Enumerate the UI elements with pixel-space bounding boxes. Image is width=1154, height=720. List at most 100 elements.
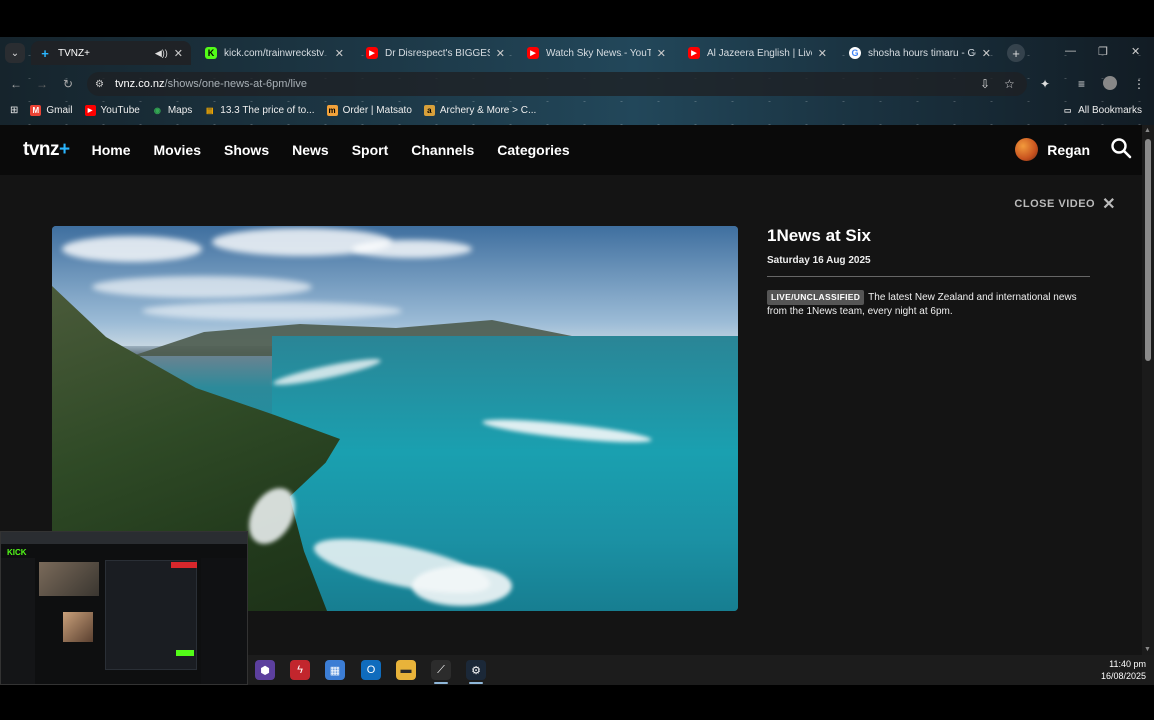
video-frame-detail <box>272 336 738 611</box>
app-blade-icon[interactable]: ⟋ <box>431 660 451 680</box>
classification-badge: LIVE/UNCLASSIFIED <box>767 290 865 305</box>
reload-icon[interactable]: ↻ <box>58 77 78 91</box>
tvnz-plus-icon: + <box>41 45 49 61</box>
all-bookmarks[interactable]: ▭ All Bookmarks <box>1062 105 1142 116</box>
thumbnail-live-badge <box>171 562 197 568</box>
minimize-icon[interactable]: — <box>1065 45 1076 57</box>
profile-avatar-icon[interactable] <box>1103 76 1117 90</box>
gmail-icon: M <box>30 104 42 116</box>
show-description: LIVE/UNCLASSIFIED The latest New Zealand … <box>767 290 1090 318</box>
tab-google-search[interactable]: G shosha hours timaru - Goog... ✕ <box>841 41 999 65</box>
tab-al-jazeera[interactable]: ▶ Al Jazeera English | Live ✕ <box>680 41 835 65</box>
tab-title: Watch Sky News - YouTube <box>546 47 651 59</box>
menu-kebab-icon[interactable]: ⋮ <box>1133 77 1145 91</box>
user-profile[interactable]: Regan <box>1015 138 1090 161</box>
speaker-icon[interactable]: ◀)) <box>155 48 168 59</box>
scroll-up-icon[interactable]: ▲ <box>1144 127 1151 134</box>
apps-grid-icon[interactable]: ⊞ <box>10 105 18 116</box>
close-icon[interactable]: ✕ <box>657 47 666 60</box>
close-icon: ✕ <box>1102 196 1116 213</box>
clock-time: 11:40 pm <box>1109 659 1146 669</box>
forward-arrow-icon[interactable]: → <box>32 77 52 91</box>
video-frame-detail <box>412 566 512 606</box>
close-icon[interactable]: ✕ <box>818 47 827 60</box>
archery-icon: a <box>423 104 435 116</box>
page-scrollbar[interactable]: ▲ ▼ <box>1142 125 1154 655</box>
logo-plus: + <box>59 139 70 160</box>
tab-title: TVNZ+ <box>58 47 90 59</box>
tab-tvnz[interactable]: + TVNZ+ ◀)) ✕ <box>31 41 191 65</box>
site-settings-icon[interactable]: ⚙ <box>95 79 107 90</box>
app-red-bolt-icon[interactable]: ϟ <box>290 660 310 680</box>
nav-channels[interactable]: Channels <box>411 142 474 158</box>
window-thumbnail-preview[interactable]: KICK <box>0 531 248 685</box>
tab-search-button[interactable]: ⌄ <box>5 43 25 63</box>
close-window-icon[interactable]: ✕ <box>1131 45 1140 58</box>
steam-icon[interactable]: ⚙ <box>466 660 486 680</box>
thumbnail-webcam <box>63 612 93 642</box>
close-icon[interactable]: ✕ <box>982 47 991 60</box>
outlook-icon[interactable]: O <box>361 660 381 680</box>
close-video-button[interactable]: CLOSE VIDEO ✕ <box>1014 194 1116 214</box>
nav-shows[interactable]: Shows <box>224 142 269 158</box>
tab-sky-news[interactable]: ▶ Watch Sky News - YouTube ✕ <box>519 41 674 65</box>
kick-icon: K <box>205 47 217 59</box>
bookmark-label: Archery & More > C... <box>439 104 537 116</box>
back-arrow-icon[interactable]: ← <box>6 77 26 91</box>
bookmark-youtube[interactable]: ▶ YouTube <box>84 104 140 116</box>
bookmark-maps[interactable]: ◉ Maps <box>152 105 192 116</box>
url-path: /shows/one-news-at-6pm/live <box>164 78 307 90</box>
tab-kick[interactable]: K kick.com/trainwreckstv ✕ <box>197 41 352 65</box>
maps-icon: ◉ <box>153 105 161 115</box>
new-tab-button[interactable]: + <box>1007 44 1025 62</box>
browser-toolbar: ← → ↻ ⚙ tvnz.co.nz/shows/one-news-at-6pm… <box>0 70 1154 98</box>
store-icon[interactable]: ▦ <box>325 660 345 680</box>
extensions-icon[interactable]: ✦ <box>1040 77 1050 91</box>
page-icon: ▤ <box>205 105 214 115</box>
video-frame-detail <box>92 276 312 298</box>
bookmark-archery[interactable]: a Archery & More > C... <box>423 104 537 116</box>
browser-window: ⌄ + TVNZ+ ◀)) ✕ K kick.com/trainwreckstv… <box>0 37 1154 125</box>
google-icon: G <box>849 47 861 59</box>
file-explorer-icon[interactable]: ▬ <box>396 660 416 680</box>
nav-home[interactable]: Home <box>92 142 131 158</box>
show-date: Saturday 16 Aug 2025 <box>767 255 871 266</box>
nav-categories[interactable]: Categories <box>497 142 569 158</box>
video-frame-detail <box>142 302 402 320</box>
close-video-label: CLOSE VIDEO <box>1014 198 1096 210</box>
video-frame-detail <box>352 240 472 258</box>
bookmark-matsato[interactable]: m Order | Matsato <box>326 104 412 116</box>
youtube-icon: ▶ <box>688 47 700 59</box>
scroll-down-icon[interactable]: ▼ <box>1144 646 1151 653</box>
nav-movies[interactable]: Movies <box>154 142 201 158</box>
tvnz-logo[interactable]: tvnz+ <box>23 139 70 161</box>
nav-news[interactable]: News <box>292 142 329 158</box>
bookmark-price[interactable]: ▤ 13.3 The price of to... <box>204 104 315 116</box>
kick-icon: KICK <box>7 548 27 557</box>
avatar <box>1015 138 1039 161</box>
restore-icon[interactable]: ❐ <box>1098 45 1108 58</box>
search-icon[interactable] <box>1110 137 1132 159</box>
plus-icon: + <box>1012 45 1020 61</box>
app-purple-icon[interactable]: ⬢ <box>255 660 275 680</box>
install-app-icon[interactable]: ⇩ <box>980 77 990 91</box>
close-icon[interactable]: ✕ <box>496 47 505 60</box>
bookmark-label: YouTube <box>100 104 140 116</box>
close-icon[interactable]: ✕ <box>335 47 344 60</box>
close-icon[interactable]: ✕ <box>174 47 183 60</box>
system-clock[interactable]: 11:40 pm 16/08/2025 <box>1101 658 1146 682</box>
media-control-icon[interactable]: ≡ <box>1078 77 1085 91</box>
tab-dr-disrespect[interactable]: ▶ Dr Disrespect's BIGGEST A... ✕ <box>358 41 513 65</box>
thumbnail-webcam <box>39 562 99 596</box>
video-frame-detail <box>62 236 202 262</box>
nav-sport[interactable]: Sport <box>352 142 389 158</box>
bookmark-gmail[interactable]: M Gmail <box>30 104 73 116</box>
username: Regan <box>1047 141 1090 158</box>
scroll-thumb[interactable] <box>1145 139 1151 361</box>
thumbnail-chat <box>201 558 247 684</box>
bookmark-label: 13.3 The price of to... <box>220 104 315 116</box>
address-bar[interactable]: ⚙ tvnz.co.nz/shows/one-news-at-6pm/live <box>87 72 1027 96</box>
star-icon[interactable]: ☆ <box>1004 77 1015 91</box>
tab-title: shosha hours timaru - Goog... <box>868 47 976 59</box>
site-header: tvnz+ Home Movies Shows News Sport Chann… <box>0 125 1142 175</box>
